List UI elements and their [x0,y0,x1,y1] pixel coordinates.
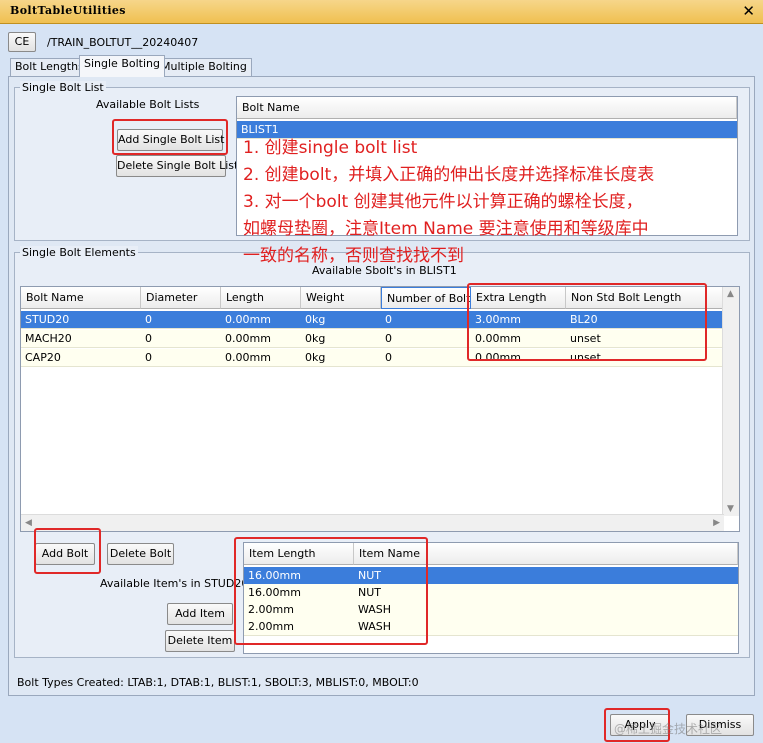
column-header-weight[interactable]: Weight [301,287,381,309]
bolt-row-stud20[interactable]: STUD20 0 0.00mm 0kg 0 3.00mm BL20 [21,311,724,329]
non-std-bolt-length-cell[interactable]: unset [566,330,724,348]
non-std-bolt-length-cell[interactable]: BL20 [566,311,724,329]
available-items-label: Available Item's in STUD20 [100,577,249,590]
column-header-non-std-bolt-length[interactable]: Non Std Bolt Length [566,287,724,309]
annotation-line-3: 3. 对一个bolt 创建其他元件以计算正确的螺栓长度， [243,192,643,212]
column-header-length[interactable]: Length [221,287,301,309]
tab-single-bolting[interactable]: Single Bolting [79,55,165,77]
column-header-number-of-bolts[interactable]: Number of Bolts [381,287,471,309]
item-row[interactable]: 2.00mm WASH [244,618,738,636]
bolt-name-cell: STUD20 [25,313,70,326]
close-icon[interactable]: ✕ [742,2,755,20]
item-name-cell: NUT [358,569,381,582]
column-header-bolt-name[interactable]: Bolt Name [21,287,141,309]
single-bolt-elements-group-label: Single Bolt Elements [20,246,138,259]
length-cell: 0.00mm [225,351,271,364]
column-header-item-name[interactable]: Item Name [354,543,738,565]
column-header-extra-length[interactable]: Extra Length [471,287,566,309]
length-cell: 0.00mm [225,332,271,345]
diameter-cell: 0 [145,313,152,326]
length-cell: 0.00mm [225,313,271,326]
diameter-cell: 0 [145,351,152,364]
item-name-cell: WASH [358,603,392,616]
bolt-row-mach20[interactable]: MACH20 0 0.00mm 0kg 0 0.00mm unset [21,330,724,348]
number-of-bolts-cell: 0 [385,313,392,326]
item-row[interactable]: 2.00mm WASH [244,601,738,619]
bolt-elements-table[interactable]: Bolt Name Diameter Length Weight Number … [20,286,740,532]
diameter-cell: 0 [145,332,152,345]
item-row[interactable]: 16.00mm NUT [244,567,738,585]
current-element-path: /TRAIN_BOLTUT__20240407 [47,36,199,49]
ce-button[interactable]: CE [8,32,36,52]
column-header-bolt-name[interactable]: Bolt Name [237,97,737,119]
column-header-diameter[interactable]: Diameter [141,287,221,309]
item-length-cell: 2.00mm [248,603,294,616]
red-annotation: 1. 创建single bolt list 2. 创建bolt，并填入正确的伸出… [243,135,654,270]
vertical-scrollbar[interactable]: ▲ ▼ [722,287,739,516]
number-of-bolts-cell: 0 [385,351,392,364]
scroll-down-icon[interactable]: ▼ [727,504,734,514]
bolt-row-cap20[interactable]: CAP20 0 0.00mm 0kg 0 0.00mm unset [21,349,724,367]
annotation-line-1: 1. 创建single bolt list [243,138,418,158]
delete-item-button[interactable]: Delete Item [165,630,235,652]
delete-single-bolt-list-button[interactable]: Delete Single Bolt List [116,155,238,177]
weight-cell: 0kg [305,351,326,364]
scroll-right-icon[interactable]: ▶ [713,518,720,528]
watermark: @稀土掘金技术社区 [614,722,723,736]
tab-multiple-bolting[interactable]: Multiple Bolting [156,58,252,76]
bolt-name-cell: CAP20 [25,351,61,364]
annotation-line-4: 如螺母垫圈，注意Item Name 要注意使用和等级库中 [243,219,649,239]
single-bolt-list-group-label: Single Bolt List [20,81,106,94]
extra-length-cell[interactable]: 0.00mm [471,349,566,367]
horizontal-scrollbar[interactable]: ◀ ▶ [21,514,724,531]
annotation-line-2: 2. 创建bolt，并填入正确的伸出长度并选择标准长度表 [243,165,655,185]
scroll-left-icon[interactable]: ◀ [25,518,32,528]
window-title: BoltTableUtilities [10,4,126,17]
weight-cell: 0kg [305,313,326,326]
weight-cell: 0kg [305,332,326,345]
number-of-bolts-cell: 0 [385,332,392,345]
non-std-bolt-length-cell[interactable]: unset [566,349,724,367]
scroll-up-icon[interactable]: ▲ [727,289,734,299]
item-row[interactable]: 16.00mm NUT [244,584,738,602]
item-name-cell: WASH [358,620,392,633]
item-length-cell: 16.00mm [248,569,301,582]
item-length-cell: 2.00mm [248,620,294,633]
status-text: Bolt Types Created: LTAB:1, DTAB:1, BLIS… [17,676,419,689]
available-bolt-lists-label: Available Bolt Lists [96,98,200,111]
tab-bolt-lengths[interactable]: Bolt Lengths [10,58,89,76]
add-bolt-button[interactable]: Add Bolt [35,543,95,565]
bolt-name-cell: MACH20 [25,332,72,345]
item-length-cell: 16.00mm [248,586,301,599]
add-item-button[interactable]: Add Item [167,603,233,625]
annotation-line-5: 一致的名称，否则查找找不到 [243,246,464,266]
title-bar: BoltTableUtilities ✕ [0,0,763,24]
column-header-item-length[interactable]: Item Length [244,543,354,565]
add-single-bolt-list-button[interactable]: Add Single Bolt List [117,129,224,151]
item-name-cell: NUT [358,586,381,599]
items-table[interactable]: Item Length Item Name 16.00mm NUT 16.00m… [243,542,739,654]
extra-length-cell[interactable]: 0.00mm [471,330,566,348]
extra-length-cell[interactable]: 3.00mm [471,311,566,329]
delete-bolt-button[interactable]: Delete Bolt [107,543,174,565]
